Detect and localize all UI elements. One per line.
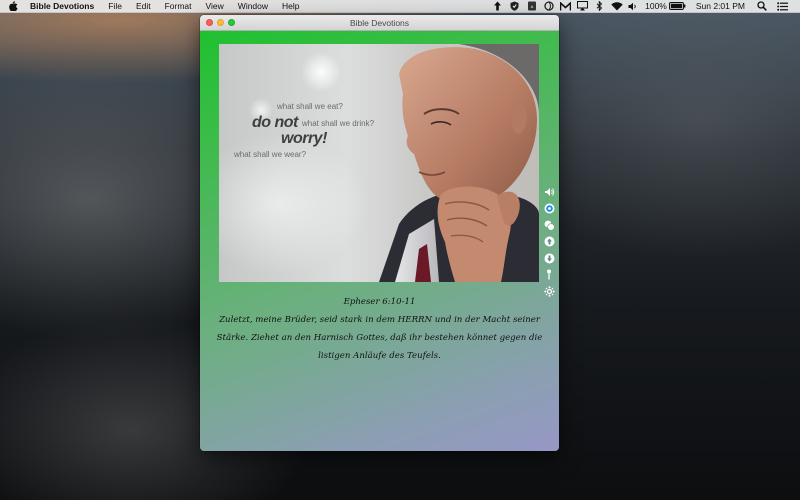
zoom-window-button[interactable]	[228, 19, 235, 26]
menu-clock[interactable]: Sun 2:01 PM	[696, 1, 745, 11]
image-caption-worry: worry!	[281, 130, 327, 147]
image-caption-drink: what shall we drink?	[302, 119, 375, 128]
devotion-image: what shall we eat? do not what shall we …	[219, 44, 539, 282]
pdf-icon[interactable]: A	[524, 0, 539, 13]
image-caption-wear: what shall we wear?	[234, 150, 307, 159]
window-title: Bible Devotions	[349, 17, 410, 28]
verse-reference: Epheser 6:10-11	[343, 297, 416, 307]
verse-text: Zuletzt, meine Brüder, seid stark in dem…	[216, 315, 543, 361]
apple-menu-icon[interactable]	[0, 1, 26, 11]
bluetooth-icon[interactable]	[592, 0, 607, 13]
m-app-icon[interactable]	[558, 0, 573, 13]
menu-app-name[interactable]: Bible Devotions	[26, 1, 101, 11]
settings-icon[interactable]	[543, 285, 555, 297]
wifi-icon[interactable]	[609, 0, 624, 13]
title-bar[interactable]: Bible Devotions	[200, 15, 559, 31]
menu-edit[interactable]: Edit	[129, 1, 158, 11]
upload-arrow-icon[interactable]	[490, 0, 505, 13]
side-toolbar	[543, 186, 555, 302]
window-controls	[206, 19, 239, 26]
menu-window[interactable]: Window	[231, 1, 275, 11]
devotion-content: what shall we eat? do not what shall we …	[200, 31, 559, 451]
menu-format[interactable]: Format	[158, 1, 199, 11]
spotlight-search-icon[interactable]	[754, 0, 769, 13]
share-icon[interactable]	[543, 186, 555, 198]
airplay-icon[interactable]	[575, 0, 590, 13]
menu-help[interactable]: Help	[275, 1, 306, 11]
man-praying-illustration	[379, 44, 539, 282]
swirl-icon[interactable]	[541, 0, 556, 13]
image-caption-eat: what shall we eat?	[277, 102, 343, 111]
menu-view[interactable]: View	[199, 1, 231, 11]
battery-icon[interactable]	[669, 0, 687, 13]
menu-file[interactable]: File	[101, 1, 129, 11]
svg-text:A: A	[530, 4, 533, 9]
up-arrow-icon[interactable]	[543, 236, 555, 248]
verse-block: Epheser 6:10-11 Zuletzt, meine Brüder, s…	[216, 293, 543, 365]
menu-bar: Bible Devotions File Edit Format View Wi…	[0, 0, 800, 13]
pin-icon[interactable]	[543, 269, 555, 281]
close-window-button[interactable]	[206, 19, 213, 26]
volume-icon[interactable]	[626, 0, 641, 13]
app-window: Bible Devotions what shall we eat? do no…	[200, 15, 559, 451]
target-icon[interactable]	[543, 203, 555, 215]
shield-icon[interactable]	[507, 0, 522, 13]
copy-icon[interactable]	[543, 219, 555, 231]
battery-percent[interactable]: 100%	[645, 1, 667, 11]
notification-center-icon[interactable]	[775, 0, 790, 13]
minimize-window-button[interactable]	[217, 19, 224, 26]
down-arrow-icon[interactable]	[543, 252, 555, 264]
status-area: A 100% Sun 2:01 PM	[488, 0, 800, 13]
